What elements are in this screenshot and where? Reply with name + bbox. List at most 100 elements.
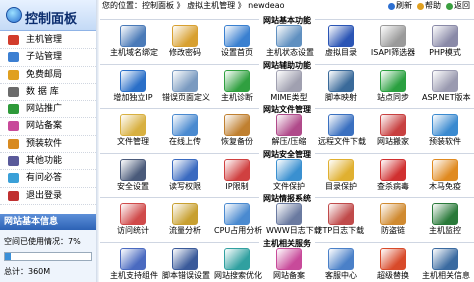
function-button[interactable]: 客服中心 — [318, 246, 364, 282]
function-button[interactable]: 远程文件下载 — [318, 112, 366, 148]
www-log-icon — [276, 203, 302, 225]
function-button[interactable]: 查杀病毒 — [370, 157, 416, 193]
function-button[interactable]: 修改密码 — [162, 23, 208, 59]
function-button[interactable]: WWW日志下载 — [266, 201, 322, 237]
preinstall-icon — [432, 114, 458, 136]
aspnet-icon — [432, 69, 458, 92]
function-label: 远程文件下载 — [318, 137, 366, 146]
monitor-icon — [432, 203, 458, 225]
function-button[interactable]: 脚本错误设置 — [162, 246, 210, 282]
function-label: 恢复备份 — [221, 137, 253, 146]
function-button[interactable]: 脚本映射 — [318, 68, 364, 104]
function-button[interactable]: 增加独立IP — [110, 68, 156, 104]
function-button[interactable]: 木马免疫 — [422, 157, 468, 193]
function-button[interactable]: 安全设置 — [110, 157, 156, 193]
sidebar-item[interactable]: 退出登录 — [0, 188, 96, 205]
function-label: 主机支持组件 — [110, 270, 158, 280]
password-icon — [172, 25, 198, 47]
function-button[interactable]: PHP模式 — [422, 23, 468, 59]
function-button[interactable]: 文件保护 — [266, 157, 312, 193]
replace-icon — [380, 247, 406, 270]
sidebar-item[interactable]: 子站管理 — [0, 49, 96, 67]
file-manage-icon — [120, 114, 146, 136]
sidebar-item[interactable]: 网站推广 — [0, 101, 96, 119]
function-button[interactable]: 设置首页 — [214, 23, 260, 59]
function-button[interactable]: 流量分析 — [162, 201, 208, 237]
sidebar-item[interactable]: 预装软件 — [0, 136, 96, 154]
function-button[interactable]: 在线上传 — [162, 112, 208, 148]
function-button[interactable]: 网站搜索优化 — [214, 246, 262, 282]
function-label: 主机域名绑定 — [110, 48, 158, 57]
script-map-icon — [328, 69, 354, 92]
function-button[interactable]: 目录保护 — [318, 157, 364, 193]
function-button[interactable]: 虚拟目录 — [318, 23, 364, 59]
function-button[interactable]: 主机支持组件 — [110, 246, 158, 282]
help-button[interactable]: 帮助 — [417, 0, 441, 12]
sidebar-item[interactable]: 数 据 库 — [0, 84, 96, 102]
sidebar-item[interactable]: 免费邮局 — [0, 67, 96, 84]
function-label: 解压/压缩 — [271, 137, 307, 146]
record-icon — [8, 121, 19, 132]
back-label: 返回 — [454, 1, 470, 10]
function-button[interactable]: 主机诊断 — [214, 68, 260, 104]
function-label: 安全设置 — [117, 181, 149, 191]
mail-icon — [8, 69, 19, 80]
logout-icon — [8, 190, 19, 201]
function-button[interactable]: 访问统计 — [110, 201, 156, 237]
function-button[interactable]: IP限制 — [214, 157, 260, 193]
function-label: PHP模式 — [429, 48, 461, 57]
sidebar-item[interactable]: 有问必答 — [0, 170, 96, 188]
function-button[interactable]: 主机相关信息 — [422, 246, 470, 282]
section-row: 主机域名绑定 修改密码 设置首页 主机状态设置 虚拟目录 ISAPI筛选器 PHP模式 — [100, 23, 474, 59]
ftp-log-icon — [328, 203, 354, 225]
function-button[interactable]: 错误页面定义 — [162, 68, 210, 104]
space-usage-bar — [4, 252, 92, 261]
function-button[interactable]: MIME类型 — [266, 68, 312, 104]
function-button[interactable]: ISAPI筛选器 — [370, 23, 416, 59]
section-row: 安全设置 读写权限 IP限制 文件保护 目录保护 查杀病毒 木马免疫 — [100, 157, 474, 193]
function-button[interactable]: 解压/压缩 — [266, 112, 312, 148]
function-button[interactable]: 超级替换 — [370, 246, 416, 282]
function-label: 主机状态设置 — [266, 48, 314, 57]
function-button[interactable]: 主机域名绑定 — [110, 23, 158, 59]
sidebar-item[interactable]: 其他功能 — [0, 153, 96, 171]
function-label: 网站搜索优化 — [214, 270, 262, 280]
permission-icon — [172, 158, 198, 181]
function-button[interactable]: 预装软件 — [422, 112, 468, 148]
diagnose-icon — [224, 69, 250, 92]
error-page-icon — [172, 69, 198, 92]
sidebar-item-label: 网站备案 — [26, 121, 63, 132]
sidebar-item[interactable]: 主机管理 — [0, 32, 96, 50]
function-button[interactable]: 恢复备份 — [214, 112, 260, 148]
function-button[interactable]: 文件管理 — [110, 112, 156, 148]
function-button[interactable]: 读写权限 — [162, 157, 208, 193]
function-label: 读写权限 — [169, 181, 201, 191]
function-label: 防盗链 — [381, 226, 405, 235]
file-protect-icon — [276, 158, 302, 181]
sidebar-item[interactable]: 网站备案 — [0, 118, 96, 136]
function-button[interactable]: 主机状态设置 — [266, 23, 314, 59]
function-button[interactable]: 防盗链 — [370, 201, 416, 237]
function-label: 客服中心 — [325, 270, 357, 280]
database-icon — [8, 86, 19, 97]
function-label: FTP日志下载 — [318, 226, 365, 235]
sidebar-item-label: 有问必答 — [26, 173, 63, 184]
sidebar-item-label: 数 据 库 — [26, 86, 59, 97]
record-service-icon — [276, 247, 302, 270]
back-button[interactable]: 返回 — [446, 0, 470, 12]
components-icon — [120, 247, 146, 270]
function-button[interactable]: CPU占用分析 — [214, 201, 262, 237]
function-label: 目录保护 — [325, 181, 357, 191]
function-button[interactable]: ASP.NET版本 — [422, 68, 471, 104]
site-info-title: 网站基本信息 — [0, 214, 96, 230]
function-label: 脚本映射 — [325, 92, 357, 102]
function-button[interactable]: FTP日志下载 — [318, 201, 364, 237]
refresh-button[interactable]: 刷新 — [388, 0, 412, 12]
function-button[interactable]: 网站备案 — [266, 246, 312, 282]
function-button[interactable]: 网站搬家 — [370, 112, 416, 148]
help-label: 帮助 — [425, 1, 441, 10]
function-button[interactable]: 站点同步 — [370, 68, 416, 104]
space-usage-label: 空间已使用情况：7% — [4, 237, 81, 246]
function-button[interactable]: 主机监控 — [422, 201, 468, 237]
function-label: 流量分析 — [169, 226, 201, 235]
